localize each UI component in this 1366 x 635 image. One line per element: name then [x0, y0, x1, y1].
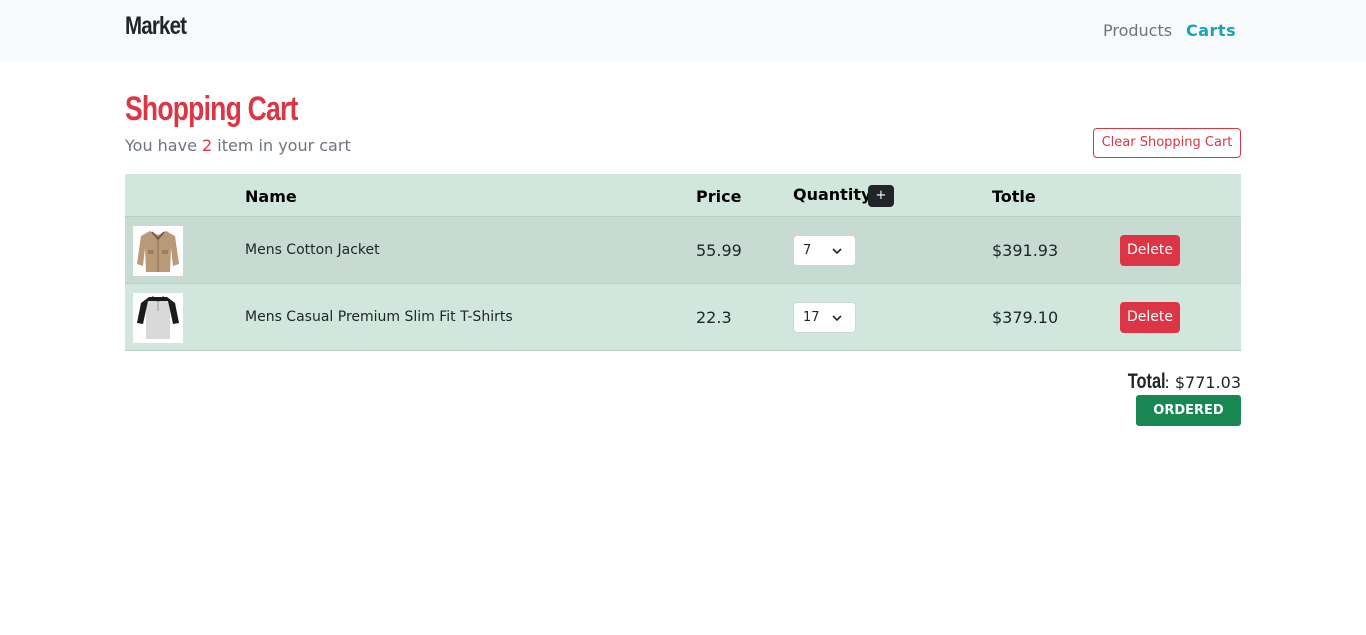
- quantity-value: 17: [803, 310, 820, 325]
- delete-button[interactable]: Delete: [1120, 235, 1180, 266]
- cart-table: Name Price Quantity + Totle Mens Cotton …: [125, 174, 1241, 351]
- cart-summary: You have 2 item in your cart: [125, 136, 351, 155]
- page-title: Shopping Cart: [125, 90, 298, 128]
- item-price: 55.99: [696, 241, 742, 260]
- cart-total: Total : $771.03: [1117, 370, 1241, 394]
- delete-button[interactable]: Delete: [1120, 302, 1180, 333]
- clear-cart-button[interactable]: Clear Shopping Cart: [1093, 128, 1241, 158]
- header-name: Name: [245, 187, 297, 206]
- navbar: Market Products Carts: [0, 0, 1366, 62]
- item-count: 2: [202, 136, 213, 155]
- item-total: $379.10: [992, 308, 1059, 327]
- add-item-button[interactable]: +: [868, 185, 894, 207]
- table-row: Mens Cotton Jacket 55.99 7 $391.93 Delet…: [125, 217, 1241, 284]
- total-label: Total: [1127, 370, 1166, 393]
- table-row: Mens Casual Premium Slim Fit T-Shirts 22…: [125, 284, 1241, 351]
- item-name: Mens Casual Premium Slim Fit T-Shirts: [245, 309, 513, 325]
- header-total: Totle: [992, 187, 1036, 206]
- item-total: $391.93: [992, 241, 1059, 260]
- item-price: 22.3: [696, 308, 732, 327]
- header-price: Price: [696, 187, 742, 206]
- header-quantity: Quantity: [793, 185, 872, 204]
- quantity-select[interactable]: 7: [793, 235, 856, 266]
- item-name: Mens Cotton Jacket: [245, 242, 380, 258]
- tshirt-thumbnail: [133, 293, 183, 343]
- chevron-down-icon: [831, 304, 843, 343]
- quantity-value: 7: [803, 243, 812, 258]
- order-button[interactable]: ORDERED: [1136, 395, 1241, 426]
- quantity-select[interactable]: 17: [793, 302, 856, 333]
- chevron-down-icon: [831, 237, 843, 276]
- jacket-thumbnail: [133, 226, 183, 276]
- brand-logo[interactable]: Market: [125, 12, 187, 41]
- total-value: $771.03: [1174, 373, 1241, 392]
- table-header: Name Price Quantity + Totle: [125, 174, 1241, 217]
- nav-products-link[interactable]: Products: [1103, 21, 1172, 40]
- nav-carts-link[interactable]: Carts: [1186, 21, 1236, 40]
- summary-prefix: You have: [125, 136, 203, 155]
- summary-suffix: item in your cart: [212, 136, 351, 155]
